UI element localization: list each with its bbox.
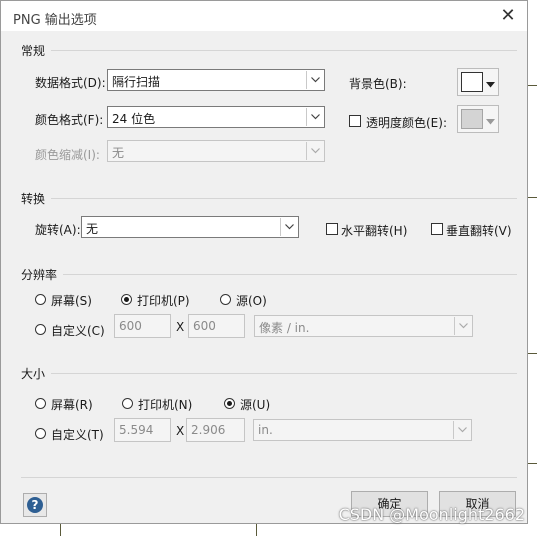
- background-color-label: 背景色(B):: [349, 77, 407, 91]
- size-width-value: 5.594: [119, 423, 154, 437]
- size-printer-radio[interactable]: [122, 398, 133, 409]
- size-unit-select[interactable]: in.: [253, 419, 472, 441]
- chevron-down-icon[interactable]: [453, 421, 470, 439]
- times-sign: X: [176, 424, 185, 438]
- flip-vertical-label: 垂直翻转(V): [446, 224, 512, 238]
- resolution-printer-radio[interactable]: [121, 294, 132, 305]
- resolution-unit-value: 像素 / in.: [259, 321, 310, 335]
- size-unit-value: in.: [258, 423, 273, 437]
- data-format-label: 数据格式(D):: [35, 76, 106, 90]
- section-title-transform: 转换: [21, 192, 46, 206]
- size-printer-label: 打印机(N): [138, 398, 193, 412]
- png-output-options-dialog: PNG 输出选项 ✕ 常规 数据格式(D): 隔行扫描 颜色格式(F): 24 …: [0, 0, 528, 524]
- resolution-screen-radio[interactable]: [35, 294, 46, 305]
- resolution-width-input[interactable]: 600: [114, 314, 171, 338]
- transparency-color-button[interactable]: [457, 105, 499, 133]
- size-height-input[interactable]: 2.906: [186, 418, 245, 442]
- section-divider: [51, 198, 517, 199]
- size-screen-label: 屏幕(R): [51, 398, 93, 412]
- resolution-source-label: 源(O): [236, 294, 267, 308]
- window-title: PNG 输出选项: [13, 13, 97, 28]
- chevron-down-icon[interactable]: [280, 218, 297, 236]
- section-title-size: 大小: [21, 367, 46, 381]
- section-divider: [51, 373, 517, 374]
- chevron-down-icon[interactable]: [454, 317, 471, 335]
- background-line: [256, 524, 257, 536]
- section-title-resolution: 分辨率: [21, 268, 58, 282]
- flip-vertical-checkbox[interactable]: [431, 223, 443, 235]
- footer-divider: [21, 477, 517, 478]
- color-swatch: [461, 109, 483, 129]
- background-line: [528, 85, 537, 86]
- color-reduction-select[interactable]: 无: [107, 140, 325, 162]
- resolution-height-value: 600: [193, 319, 216, 333]
- resolution-source-radio[interactable]: [220, 294, 231, 305]
- caret-down-icon: [486, 114, 495, 128]
- color-format-label: 颜色格式(F):: [35, 113, 104, 127]
- size-custom-radio[interactable]: [35, 428, 46, 439]
- background-color-button[interactable]: [457, 68, 499, 96]
- close-icon[interactable]: ✕: [497, 5, 519, 27]
- section-divider: [63, 274, 517, 275]
- section-divider: [51, 50, 517, 51]
- flip-horizontal-checkbox[interactable]: [326, 223, 338, 235]
- times-sign: X: [176, 320, 185, 334]
- color-format-select[interactable]: 24 位色: [107, 106, 325, 128]
- transparency-color-checkbox[interactable]: [349, 115, 361, 127]
- color-reduction-label: 颜色缩减(I):: [35, 148, 100, 162]
- size-screen-radio[interactable]: [35, 398, 46, 409]
- resolution-unit-select[interactable]: 像素 / in.: [254, 315, 473, 337]
- chevron-down-icon[interactable]: [306, 71, 323, 89]
- watermark: CSDN @Moonlight2662: [338, 505, 525, 524]
- color-reduction-value: 无: [112, 146, 125, 160]
- rotate-select[interactable]: 无: [81, 216, 299, 238]
- resolution-printer-label: 打印机(P): [137, 294, 190, 308]
- color-format-value: 24 位色: [112, 112, 156, 126]
- resolution-screen-label: 屏幕(S): [51, 294, 92, 308]
- background-line: [528, 353, 537, 354]
- rotate-value: 无: [86, 222, 99, 236]
- help-button[interactable]: ?: [23, 493, 47, 517]
- data-format-select[interactable]: 隔行扫描: [107, 69, 325, 91]
- size-custom-label: 自定义(T): [51, 428, 104, 442]
- resolution-custom-radio[interactable]: [35, 324, 46, 335]
- section-title-general: 常规: [21, 44, 46, 58]
- size-source-radio[interactable]: [224, 398, 235, 409]
- size-width-input[interactable]: 5.594: [114, 418, 171, 442]
- size-source-label: 源(U): [240, 398, 271, 412]
- resolution-width-value: 600: [119, 319, 142, 333]
- caret-down-icon: [486, 77, 495, 91]
- size-height-value: 2.906: [191, 423, 226, 437]
- background-line: [528, 463, 537, 464]
- background-line: [528, 197, 537, 198]
- transparency-color-label: 透明度颜色(E):: [366, 116, 447, 130]
- chevron-down-icon[interactable]: [306, 108, 323, 126]
- title-bar: PNG 输出选项 ✕: [1, 1, 527, 31]
- color-swatch: [461, 72, 483, 92]
- help-icon: ?: [27, 497, 43, 513]
- chevron-down-icon[interactable]: [306, 142, 323, 160]
- data-format-value: 隔行扫描: [112, 75, 161, 89]
- rotate-label: 旋转(A):: [35, 223, 81, 237]
- resolution-custom-label: 自定义(C): [51, 324, 105, 338]
- flip-horizontal-label: 水平翻转(H): [341, 224, 408, 238]
- background-line: [60, 524, 61, 536]
- resolution-height-input[interactable]: 600: [188, 314, 245, 338]
